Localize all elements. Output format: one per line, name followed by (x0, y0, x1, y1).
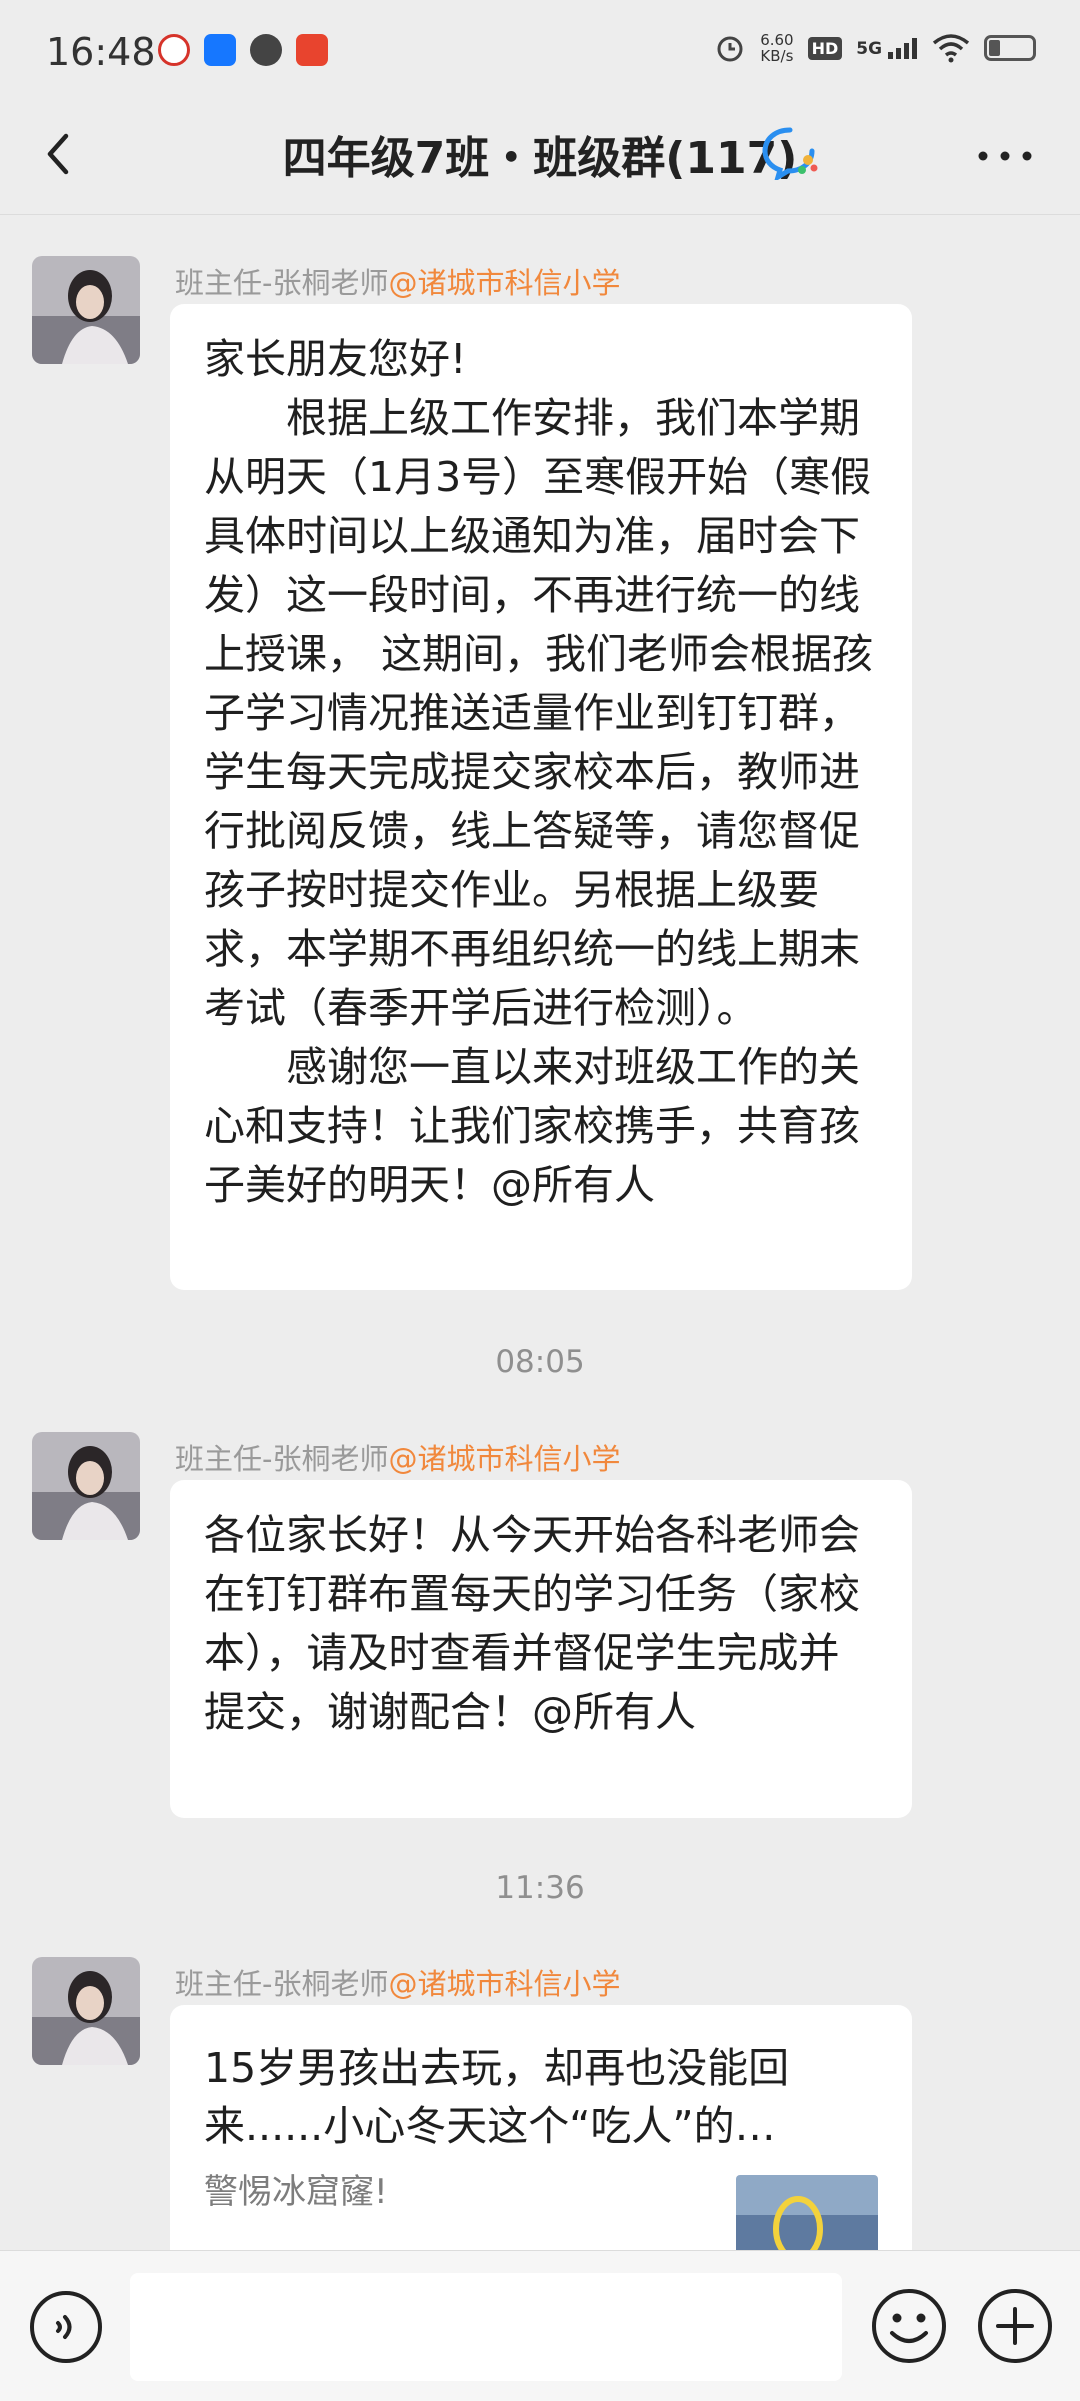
sender-label: 班主任-张桐老师@诸城市科信小学 (175, 1436, 620, 1478)
input-bar (0, 2250, 1080, 2401)
more-dots-icon[interactable] (970, 136, 1040, 176)
message-paragraph: 家长朋友您好! (204, 335, 467, 383)
sender-name: 班主任-张桐老师 (175, 1442, 389, 1476)
message-paragraph: 感谢您一直以来对班级工作的关心和支持！让我们家校携手，共育孩子美好的明天！@所有… (204, 1043, 860, 1209)
message-input[interactable] (130, 2273, 842, 2381)
timestamp: 08:05 (495, 1344, 585, 1380)
avatar[interactable] (32, 1957, 140, 2065)
status-indicators: 6.60 KB/s HD 5G (714, 32, 1036, 64)
alarm-icon (717, 36, 743, 62)
chat-bubble-icon[interactable] (760, 124, 820, 180)
voice-icon[interactable] (28, 2289, 104, 2365)
sender-label: 班主任-张桐老师@诸城市科信小学 (175, 1961, 620, 2003)
timestamp: 11:36 (495, 1870, 585, 1906)
avatar[interactable] (32, 256, 140, 364)
sender-name: 班主任-张桐老师 (175, 1967, 389, 2001)
net-speed: 6.60 KB/s (760, 32, 793, 64)
status-time: 16:48 (46, 30, 156, 74)
avatar-image (32, 1957, 140, 2065)
sender-org[interactable]: @诸城市科信小学 (388, 1967, 620, 2001)
status-bar: 16:48 6.60 KB/s HD 5G (0, 0, 1080, 100)
battery-icon (984, 35, 1036, 61)
battery-fill (989, 40, 1000, 56)
emoji-icon[interactable] (870, 2287, 948, 2365)
app-icon-orange (296, 34, 328, 66)
avatar-image (32, 256, 140, 364)
avatar-image (32, 1432, 140, 1540)
sender-label: 班主任-张桐老师@诸城市科信小学 (175, 260, 620, 302)
link-title: 15岁男孩出去玩，却再也没能回来......小心冬天这个“吃人”的… (204, 2044, 790, 2150)
message-bubble[interactable]: 各位家长好！从今天开始各科老师会在钉钉群布置每天的学习任务（家校本），请及时查看… (170, 1480, 912, 1818)
network-type: 5G (856, 37, 918, 59)
chat-header: 四年级7班・班级群(117) (0, 100, 1080, 215)
app-icon-blue (204, 34, 236, 66)
net-speed-unit: KB/s (760, 47, 794, 65)
sender-org[interactable]: @诸城市科信小学 (388, 266, 620, 300)
plus-icon[interactable] (976, 2287, 1054, 2365)
app-icon-red (158, 34, 190, 66)
message-bubble[interactable]: 家长朋友您好! 根据上级工作安排，我们本学期从明天（1月3号）至寒假开始（寒假具… (170, 304, 912, 1290)
network-label: 5G (856, 39, 883, 59)
app-icon-dark (250, 34, 282, 66)
chat-title[interactable]: 四年级7班・班级群(117) (283, 133, 798, 184)
avatar[interactable] (32, 1432, 140, 1540)
title-wrap: 四年级7班・班级群(117) (0, 122, 1080, 186)
wifi-icon (932, 34, 970, 63)
message-paragraph: 根据上级工作安排，我们本学期从明天（1月3号）至寒假开始（寒假具体时间以上级通知… (204, 394, 874, 1032)
sender-org[interactable]: @诸城市科信小学 (388, 1442, 620, 1476)
hd-badge: HD (807, 36, 843, 60)
signal-icon (888, 38, 917, 59)
net-speed-value: 6.60 (760, 31, 794, 49)
status-app-icons (158, 34, 328, 66)
message-text: 各位家长好！从今天开始各科老师会在钉钉群布置每天的学习任务（家校本），请及时查看… (204, 1511, 860, 1736)
sender-name: 班主任-张桐老师 (175, 266, 389, 300)
